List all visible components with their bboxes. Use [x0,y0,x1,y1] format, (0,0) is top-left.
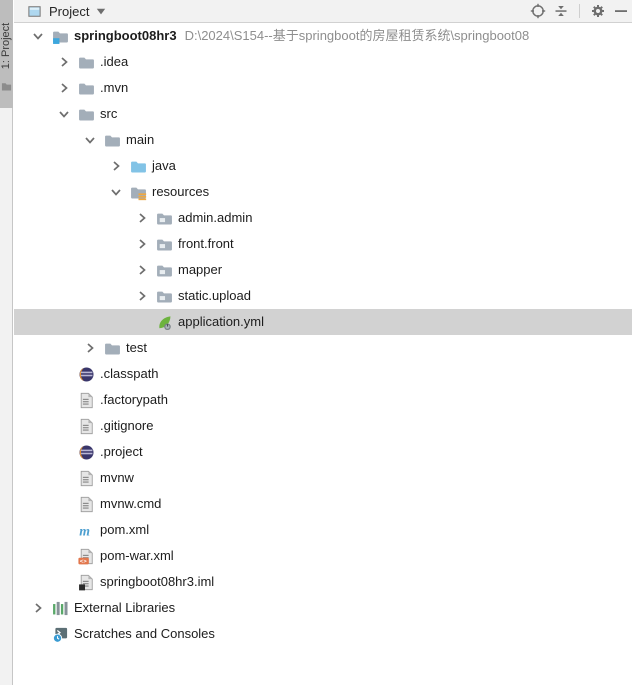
eclipse-file-icon [78,366,95,383]
tool-window-stripe: 1: Project [0,0,13,685]
tree-row-java[interactable]: java [14,153,632,179]
tree-row-gitignore[interactable]: .gitignore [14,413,632,439]
folder-icon [104,340,121,357]
tree-row-admin-admin[interactable]: admin.admin [14,205,632,231]
tree-row-main[interactable]: main [14,127,632,153]
tree-row-application-yml[interactable]: application.yml [14,309,632,335]
project-view-dropdown[interactable]: Project [28,4,106,19]
toolbar-actions [530,3,632,19]
tree-row-classpath[interactable]: .classpath [14,361,632,387]
maven-file-icon [78,522,95,539]
tree-row-src[interactable]: src [14,101,632,127]
project-tree: springboot08hr3 D:\2024\S154--基于springbo… [14,23,632,685]
chevron-right-icon[interactable] [136,212,148,224]
project-view-title: Project [49,3,90,19]
tree-row-static-upload[interactable]: static.upload [14,283,632,309]
package-folder-icon [156,288,173,305]
eclipse-file-icon [78,444,95,461]
tree-row-idea[interactable]: .idea [14,49,632,75]
folder-icon [104,132,121,149]
hide-panel-icon[interactable] [613,3,629,19]
chevron-right-icon[interactable] [58,82,70,94]
tree-row-springboot08hr3-iml[interactable]: springboot08hr3.iml [14,569,632,595]
tree-row-front-front[interactable]: front.front [14,231,632,257]
tree-row-scratches-and-consoles[interactable]: Scratches and Consoles [14,621,632,647]
chevron-right-icon[interactable] [136,290,148,302]
chevron-right-icon[interactable] [136,238,148,250]
select-opened-file-icon[interactable] [530,3,546,19]
spring-boot-config-icon [156,314,173,331]
folder-icon [78,80,95,97]
folder-icon [1,80,12,91]
libraries-icon [52,600,69,617]
text-file-icon [78,392,95,409]
project-tool-window-icon [28,5,41,18]
tree-row-mapper[interactable]: mapper [14,257,632,283]
tree-row-external-libraries[interactable]: External Libraries [14,595,632,621]
tree-row-mvnw-cmd[interactable]: mvnw.cmd [14,491,632,517]
stripe-tab-project[interactable]: 1: Project [0,0,13,108]
source-folder-icon [130,158,147,175]
stripe-tab-label: 1: Project [0,22,12,70]
settings-gear-icon[interactable] [590,3,606,19]
chevron-right-icon[interactable] [32,602,44,614]
resources-folder-icon [130,184,147,201]
tree-row-pom-war-xml[interactable]: pom-war.xml [14,543,632,569]
tree-row-resources[interactable]: resources [14,179,632,205]
text-file-icon [78,418,95,435]
tree-row-project-file[interactable]: .project [14,439,632,465]
tree-row-test[interactable]: test [14,335,632,361]
folder-icon [78,106,95,123]
chevron-right-icon[interactable] [136,264,148,276]
tree-row-mvn[interactable]: .mvn [14,75,632,101]
package-folder-icon [156,236,173,253]
project-toolbar: Project [14,0,632,23]
tree-row-springboot08hr3[interactable]: springboot08hr3 D:\2024\S154--基于springbo… [14,23,632,49]
chevron-right-icon[interactable] [58,56,70,68]
xml-file-icon [78,548,95,565]
package-folder-icon [156,210,173,227]
chevron-right-icon[interactable] [110,160,122,172]
chevron-right-icon[interactable] [84,342,96,354]
chevron-down-icon[interactable] [84,134,96,146]
project-path: D:\2024\S154--基于springboot的房屋租赁系统\spring… [184,28,530,43]
chevron-down-icon [96,6,106,16]
folder-icon [78,54,95,71]
project-tool-window: 1: Project Project springboot08hr3 D:\20… [0,0,632,685]
package-folder-icon [156,262,173,279]
chevron-down-icon[interactable] [110,186,122,198]
chevron-down-icon[interactable] [32,30,44,42]
scratches-icon [52,626,69,643]
chevron-down-icon[interactable] [58,108,70,120]
text-file-icon [78,470,95,487]
toolbar-separator [579,4,580,18]
tree-row-pom-xml[interactable]: pom.xml [14,517,632,543]
collapse-all-icon[interactable] [553,3,569,19]
tree-row-mvnw[interactable]: mvnw [14,465,632,491]
text-file-icon [78,496,95,513]
module-file-icon [78,574,95,591]
project-root-folder-icon [52,28,69,45]
tree-row-factorypath[interactable]: .factorypath [14,387,632,413]
